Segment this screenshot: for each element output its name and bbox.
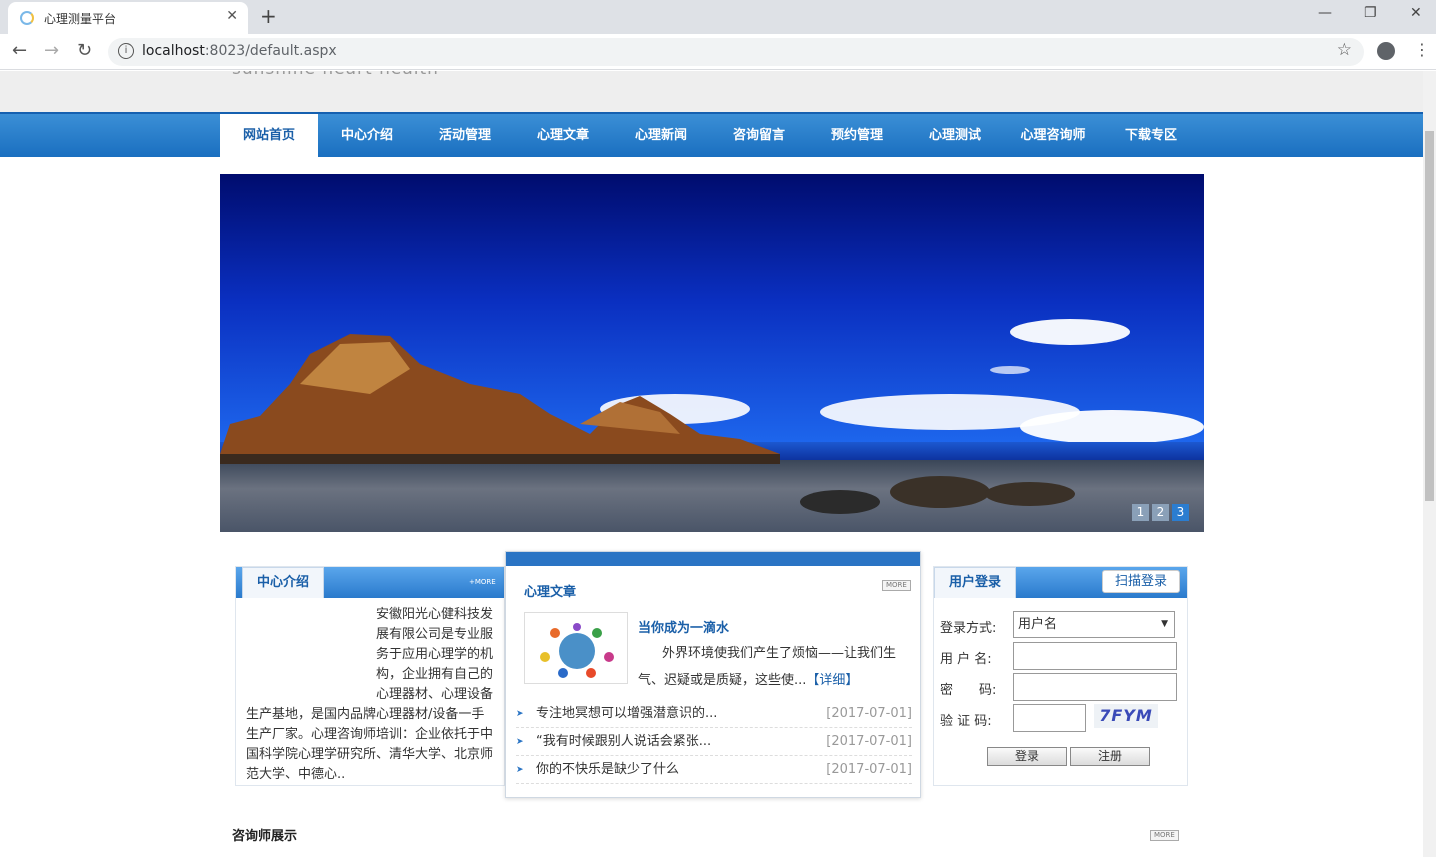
- minimize-icon[interactable]: —: [1318, 5, 1332, 21]
- bullet-arrow-icon: ➤: [516, 737, 524, 747]
- list-item[interactable]: ➤ 专注地冥想可以增强潜意识的... [2017-07-01]: [516, 700, 912, 728]
- close-tab-icon[interactable]: ✕: [226, 8, 238, 24]
- banner-cloud: [1020, 410, 1204, 444]
- slide-dot-2[interactable]: 2: [1152, 504, 1169, 521]
- more-link[interactable]: +MORE: [466, 578, 499, 587]
- password-input[interactable]: [1013, 673, 1177, 701]
- menu-icon[interactable]: ⋮: [1414, 40, 1430, 59]
- username-input[interactable]: [1013, 642, 1177, 670]
- browser-tab[interactable]: 心理测量平台 ✕: [8, 2, 248, 34]
- new-tab-icon[interactable]: +: [260, 4, 277, 28]
- list-item[interactable]: ➤ “我有时候跟别人说话会紧张... [2017-07-01]: [516, 728, 912, 756]
- login-panel: 用户登录 扫描登录 登录方式: 用户名 ▼ 用 户 名: 密 码: 验 证 码: …: [933, 566, 1188, 786]
- article-date: [2017-07-01]: [826, 734, 912, 749]
- browser-toolbar: ← → ↻ i localhost:8023/default.aspx ☆ ⋮: [0, 34, 1436, 70]
- scan-login-button[interactable]: 扫描登录: [1102, 570, 1180, 593]
- banner-cloud: [1010, 319, 1130, 345]
- panel-topbar: [506, 552, 920, 566]
- site-slogan: sunshine heart health: [232, 71, 439, 79]
- back-icon[interactable]: ←: [12, 40, 27, 61]
- reload-icon[interactable]: ↻: [77, 40, 92, 61]
- slide-dot-3[interactable]: 3: [1172, 504, 1189, 521]
- nav-item-news[interactable]: 心理新闻: [612, 114, 710, 157]
- nav-item-appointments[interactable]: 预约管理: [808, 114, 906, 157]
- forward-icon[interactable]: →: [44, 40, 59, 61]
- articles-panel: 心理文章 MORE 当你成为一滴水 外界环境使我们产生了烦恼——让我们生气、迟疑…: [505, 551, 921, 798]
- center-intro-panel: 中心介绍 +MORE 安徽阳光心健科技发展有限公司是专业服务于应用心理学的机构，…: [235, 566, 505, 786]
- banner-rocks: [220, 334, 780, 464]
- panel-title: 用户登录: [934, 567, 1017, 598]
- counselors-section-title: 咨询师展示: [232, 829, 298, 844]
- more-link[interactable]: MORE: [882, 580, 911, 591]
- login-method-label: 登录方式:: [940, 621, 997, 636]
- nav-item-messages[interactable]: 咨询留言: [710, 114, 808, 157]
- login-button[interactable]: 登录: [987, 747, 1067, 766]
- main-nav: 网站首页 中心介绍 活动管理 心理文章 心理新闻 咨询留言 预约管理 心理测试 …: [0, 112, 1423, 157]
- username-label: 用 户 名:: [940, 652, 992, 667]
- nav-item-articles[interactable]: 心理文章: [514, 114, 612, 157]
- article-link[interactable]: 你的不快乐是缺少了什么: [536, 756, 679, 784]
- browser-titlebar: 心理测量平台 ✕ + — ❐ ✕: [0, 0, 1436, 34]
- bookmark-star-icon[interactable]: ☆: [1337, 40, 1352, 60]
- article-date: [2017-07-01]: [826, 762, 912, 777]
- password-label: 密 码:: [940, 683, 997, 698]
- globe-kids-image: [540, 623, 614, 678]
- bullet-arrow-icon: ➤: [516, 765, 524, 775]
- intro-text: 安徽阳光心健科技发展有限公司是专业服务于应用心理学的机构，企业拥有自己的心理器材…: [246, 605, 494, 782]
- nav-item-home[interactable]: 网站首页: [220, 114, 318, 157]
- article-date: [2017-07-01]: [826, 706, 912, 721]
- captcha-input[interactable]: [1013, 704, 1086, 732]
- page-viewport: sunshine heart health 网站首页 中心介绍 活动管理 心理文…: [0, 71, 1423, 857]
- detail-link[interactable]: 【详细】: [806, 673, 858, 688]
- info-icon[interactable]: i: [118, 43, 134, 59]
- feature-article-summary: 外界环境使我们产生了烦恼——让我们生气、迟疑或是质疑，这些使...【详细】: [638, 646, 897, 688]
- more-link[interactable]: MORE: [1150, 830, 1179, 841]
- nav-item-center[interactable]: 中心介绍: [318, 114, 416, 157]
- bullet-arrow-icon: ➤: [516, 709, 524, 719]
- login-method-select[interactable]: 用户名 ▼: [1013, 611, 1175, 638]
- article-list: ➤ 专注地冥想可以增强潜意识的... [2017-07-01] ➤ “我有时候跟…: [516, 700, 912, 784]
- nav-item-counselors[interactable]: 心理咨询师: [1004, 114, 1102, 157]
- captcha-label: 验 证 码:: [940, 714, 992, 729]
- url-text[interactable]: localhost:8023/default.aspx: [142, 43, 337, 59]
- register-button[interactable]: 注册: [1070, 747, 1150, 766]
- panel-header: 用户登录 扫描登录: [934, 567, 1187, 598]
- restore-icon[interactable]: ❐: [1364, 5, 1377, 21]
- loading-icon: [20, 11, 34, 25]
- banner-slideshow[interactable]: 1 2 3: [220, 174, 1204, 532]
- profile-icon[interactable]: [1377, 42, 1395, 60]
- feature-thumbnail[interactable]: [524, 612, 628, 684]
- article-link[interactable]: “我有时候跟别人说话会紧张...: [536, 728, 711, 756]
- panel-title: 心理文章: [524, 585, 577, 600]
- address-bar[interactable]: i localhost:8023/default.aspx ☆: [108, 38, 1364, 66]
- banner-cloud: [990, 366, 1030, 374]
- site-header: sunshine heart health: [0, 71, 1423, 112]
- banner-beach-rocks: [800, 476, 1075, 514]
- nav-item-downloads[interactable]: 下载专区: [1102, 114, 1200, 157]
- tab-title: 心理测量平台: [44, 12, 117, 26]
- list-item[interactable]: ➤ 你的不快乐是缺少了什么 [2017-07-01]: [516, 756, 912, 784]
- nav-item-activities[interactable]: 活动管理: [416, 114, 514, 157]
- dropdown-arrow-icon: ▼: [1161, 619, 1168, 629]
- article-link[interactable]: 专注地冥想可以增强潜意识的...: [536, 700, 717, 728]
- panel-title: 中心介绍: [242, 567, 325, 598]
- scrollbar-thumb[interactable]: [1425, 131, 1434, 501]
- panel-header: 中心介绍 +MORE: [236, 567, 504, 598]
- close-window-icon[interactable]: ✕: [1410, 5, 1422, 21]
- slide-dot-1[interactable]: 1: [1132, 504, 1149, 521]
- page-scrollbar[interactable]: [1423, 71, 1436, 857]
- nav-item-tests[interactable]: 心理测试: [906, 114, 1004, 157]
- captcha-image[interactable]: 7FYM: [1094, 704, 1158, 728]
- intro-image: [246, 605, 376, 687]
- feature-article-title[interactable]: 当你成为一滴水: [638, 617, 729, 636]
